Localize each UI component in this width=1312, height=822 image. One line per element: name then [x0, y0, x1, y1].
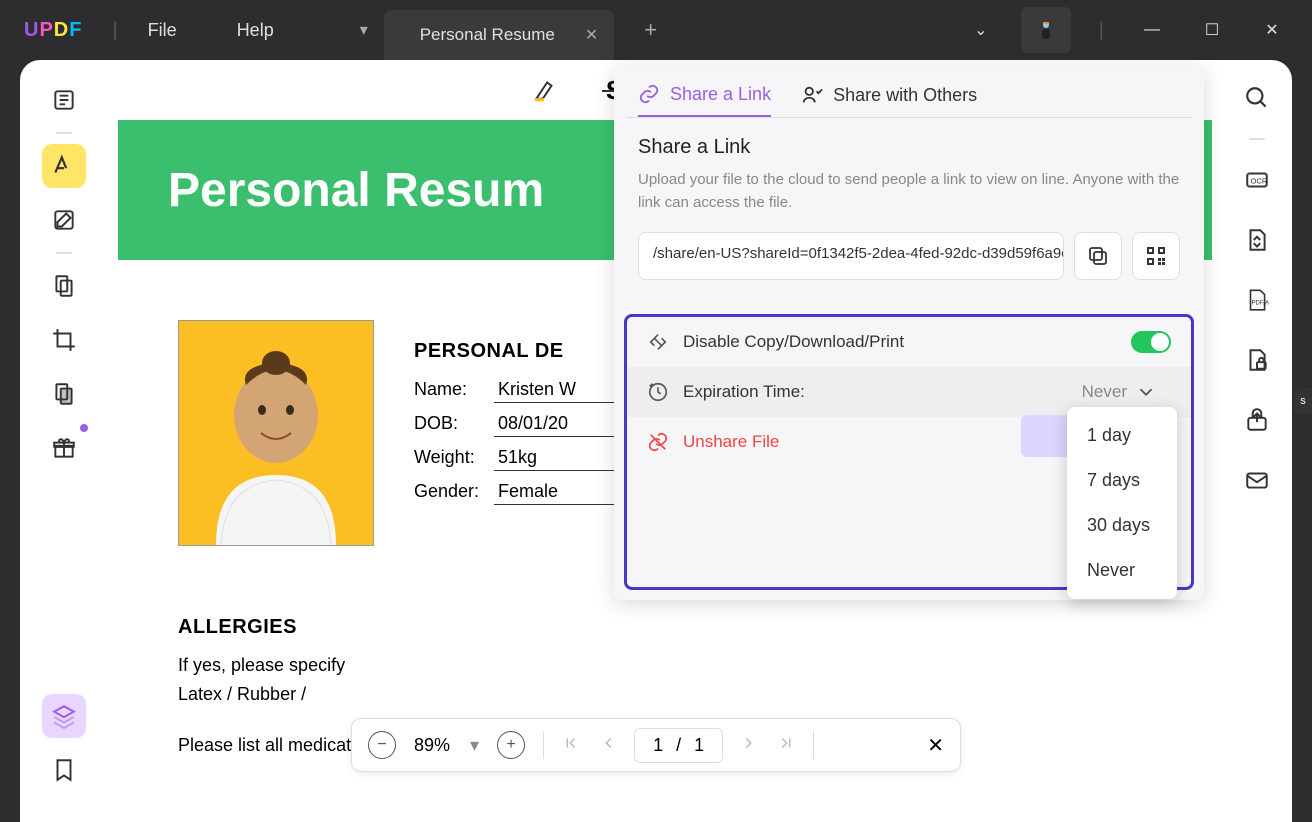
separator [813, 731, 814, 759]
dropdown-item-1day[interactable]: 1 day [1067, 413, 1177, 458]
qr-code-button[interactable] [1132, 232, 1180, 280]
zoom-dropdown[interactable]: 89%▾ [414, 735, 479, 756]
separator [1249, 138, 1265, 140]
minimize-button[interactable]: — [1132, 10, 1172, 50]
separator: | [1099, 19, 1104, 42]
copy-link-button[interactable] [1074, 232, 1122, 280]
name-value: Kristen W [494, 379, 614, 403]
expiration-dropdown-trigger[interactable]: Never [1082, 381, 1171, 403]
organize-tool[interactable] [42, 264, 86, 308]
disable-copy-toggle[interactable] [1131, 331, 1171, 353]
weight-label: Weight: [414, 447, 494, 468]
user-avatar[interactable] [1021, 7, 1071, 53]
page-indicator[interactable]: 1 / 1 [634, 728, 723, 763]
edit-tool[interactable] [42, 198, 86, 242]
svg-text:OCR: OCR [1251, 176, 1268, 185]
close-controls-button[interactable]: ✕ [927, 733, 944, 758]
resume-photo [178, 320, 374, 546]
share-description: Upload your file to the cloud to send pe… [638, 169, 1180, 214]
svg-text:PDF/A: PDF/A [1252, 300, 1270, 306]
reader-tool[interactable] [42, 78, 86, 122]
expiration-value: Never [1082, 382, 1127, 402]
share-options-box: Disable Copy/Download/Print Expiration T… [624, 314, 1194, 590]
next-page-button[interactable] [741, 734, 759, 757]
separator [56, 252, 72, 254]
separator [543, 731, 544, 759]
expiration-dropdown: 1 day 7 days 30 days Never [1067, 407, 1177, 599]
app-logo: UPDF [24, 19, 82, 42]
share-heading: Share a Link [638, 136, 1180, 159]
tab-list-dropdown[interactable]: ▾ [344, 10, 384, 50]
tab-label: Share a Link [670, 84, 771, 105]
weight-value: 51kg [494, 447, 614, 471]
redact-tool[interactable] [42, 372, 86, 416]
doc-title: Personal Resum [168, 163, 544, 218]
convert-icon[interactable] [1237, 220, 1277, 260]
document-tab[interactable]: Personal Resume ✕ [384, 10, 615, 60]
dob-label: DOB: [414, 413, 494, 434]
protect-icon[interactable] [1237, 340, 1277, 380]
close-button[interactable]: ✕ [1252, 10, 1292, 50]
first-page-button[interactable] [562, 734, 580, 757]
menu-help[interactable]: Help [237, 20, 274, 41]
menu-file[interactable]: File [148, 20, 177, 41]
dropdown-item-never[interactable]: Never [1067, 548, 1177, 593]
titlebar: UPDF | File Help ▾ Personal Resume ✕ + ⌄… [0, 0, 1312, 60]
gift-tool[interactable] [42, 426, 86, 470]
prev-page-button[interactable] [598, 734, 616, 757]
disable-copy-row: Disable Copy/Download/Print [627, 317, 1191, 367]
ocr-icon[interactable]: OCR [1237, 160, 1277, 200]
left-toolbar [20, 60, 108, 822]
dropdown-item-30days[interactable]: 30 days [1067, 503, 1177, 548]
gender-label: Gender: [414, 481, 494, 502]
tab-share-others[interactable]: Share with Others [801, 83, 977, 117]
pdfa-icon[interactable]: PDF/A [1237, 280, 1277, 320]
dropdown-item-7days[interactable]: 7 days [1067, 458, 1177, 503]
share-link-field[interactable]: /share/en-US?shareId=0f1342f5-2dea-4fed-… [638, 232, 1064, 280]
allergies-question: If yes, please specify [178, 655, 1152, 676]
zoom-in-button[interactable]: + [497, 731, 525, 759]
close-icon[interactable]: ✕ [585, 25, 598, 45]
crop-tool[interactable] [42, 318, 86, 362]
tab-share-link[interactable]: Share a Link [638, 83, 771, 117]
page-controls: − 89%▾ + 1 / 1 ✕ [351, 718, 961, 772]
unshare-label: Unshare File [683, 432, 779, 452]
bookmark-tool[interactable] [42, 748, 86, 792]
dob-value: 08/01/20 [494, 413, 614, 437]
chevron-down-icon [1135, 381, 1157, 403]
panel-tab-flag[interactable]: s [1294, 388, 1312, 414]
gender-value: Female [494, 481, 614, 505]
share-icon[interactable] [1237, 400, 1277, 440]
search-icon[interactable] [1237, 78, 1277, 118]
name-label: Name: [414, 379, 494, 400]
zoom-out-button[interactable]: − [368, 731, 396, 759]
separator [56, 132, 72, 134]
expiration-label: Expiration Time: [683, 382, 805, 402]
highlight-icon[interactable] [525, 70, 565, 110]
new-tab-button[interactable]: + [644, 17, 657, 43]
share-panel: Share a Link Share with Others Share a L… [614, 65, 1204, 600]
tab-label: Share with Others [833, 85, 977, 106]
email-icon[interactable] [1237, 460, 1277, 500]
allergies-heading: ALLERGIES [178, 616, 1152, 639]
comment-tool[interactable] [42, 144, 86, 188]
separator: | [112, 19, 117, 42]
maximize-button[interactable]: ☐ [1192, 10, 1232, 50]
chevron-down-icon[interactable]: ⌄ [961, 10, 1001, 50]
allergies-list: Latex / Rubber / [178, 684, 1152, 705]
disable-copy-label: Disable Copy/Download/Print [683, 332, 904, 352]
layers-tool[interactable] [42, 694, 86, 738]
last-page-button[interactable] [777, 734, 795, 757]
right-toolbar: OCR PDF/A [1222, 60, 1292, 822]
tab-title: Personal Resume [420, 25, 555, 45]
